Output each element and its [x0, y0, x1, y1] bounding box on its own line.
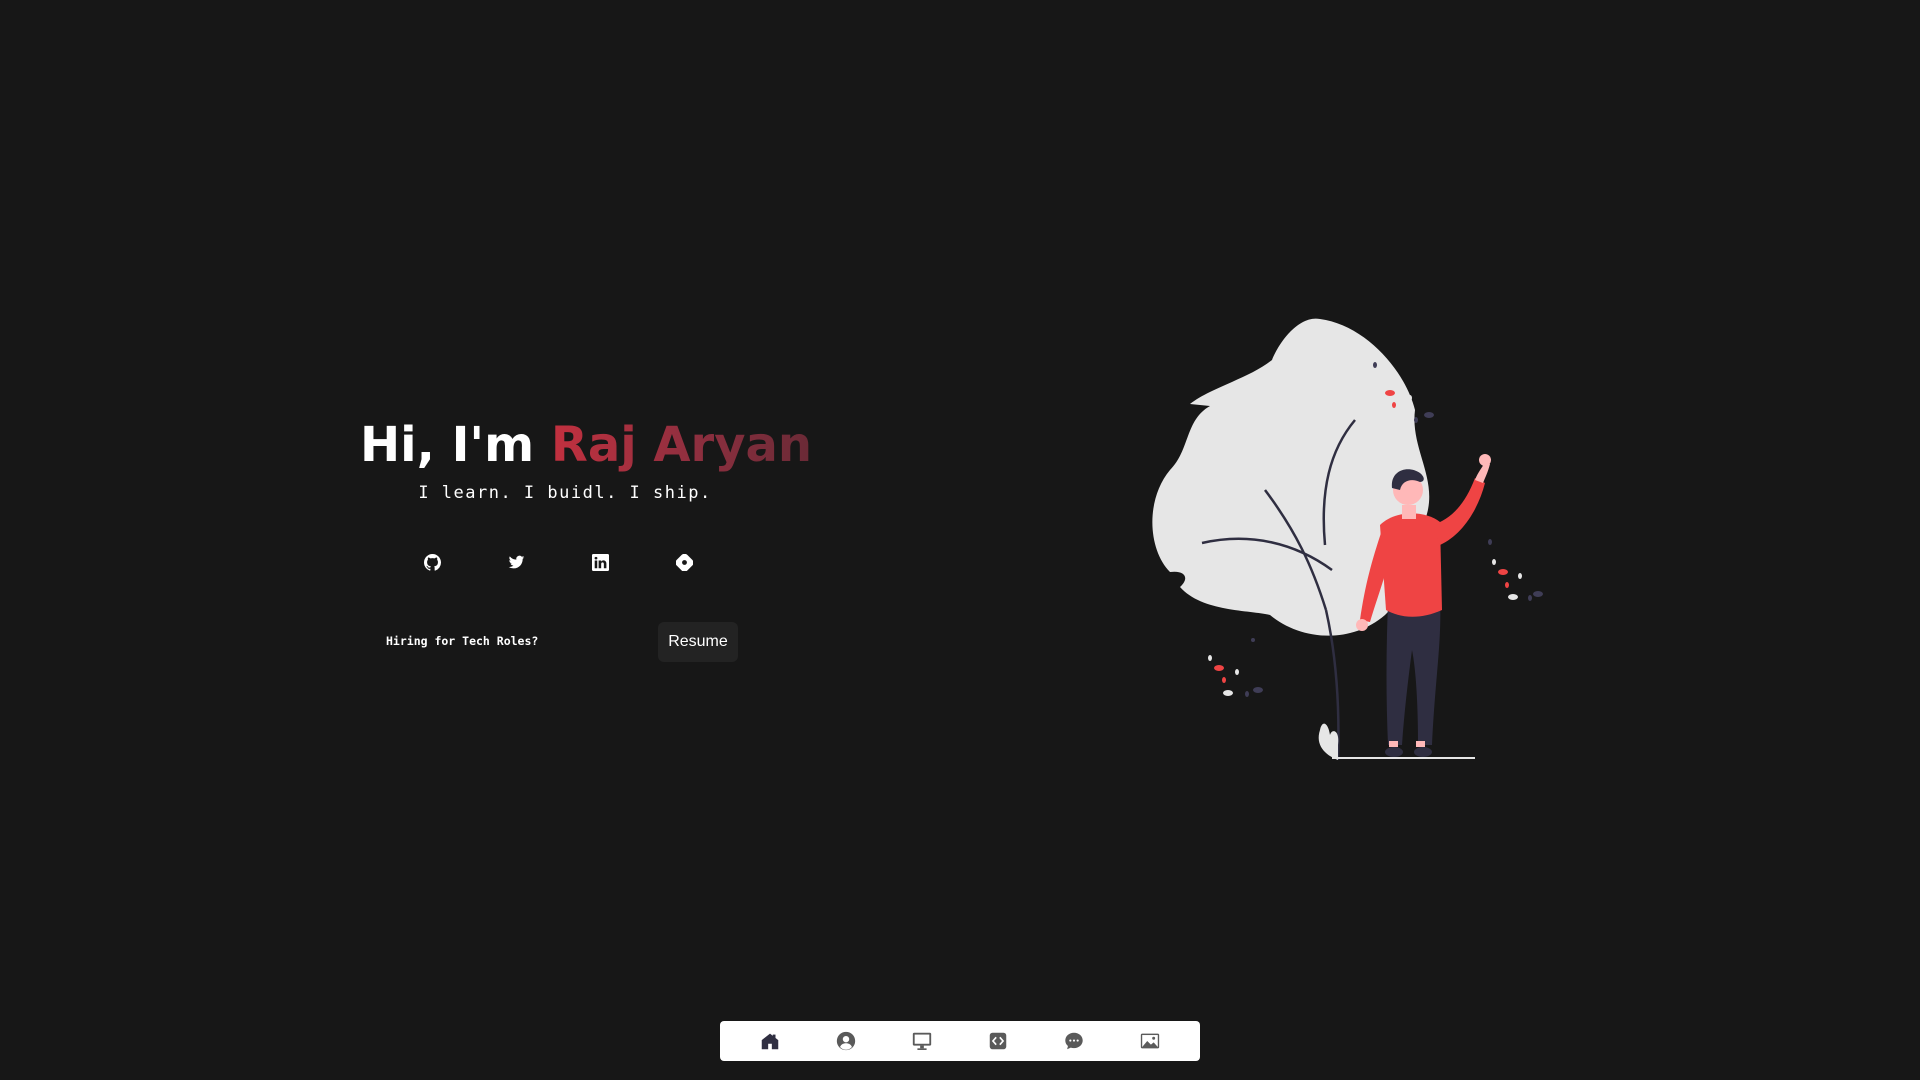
confetti-dot [1533, 591, 1543, 597]
hero-tagline: I learn. I buidl. I ship. [418, 483, 712, 503]
github-link[interactable] [420, 550, 444, 574]
hero-section: Hi, I'm Raj Aryan I learn. I buidl. I sh… [360, 410, 812, 503]
confetti-dot [1222, 677, 1226, 683]
person-legs [1386, 600, 1441, 745]
user-icon [836, 1031, 856, 1051]
twitter-link[interactable] [504, 550, 528, 574]
nav-about[interactable] [833, 1028, 859, 1054]
confetti-dot [1392, 402, 1396, 408]
nav-gallery[interactable] [1137, 1028, 1163, 1054]
image-icon [1140, 1033, 1160, 1049]
hashnode-icon [675, 553, 693, 571]
confetti-dot [1492, 559, 1496, 565]
confetti-dot [1488, 539, 1492, 545]
nav-skills[interactable] [985, 1028, 1011, 1054]
confetti-dot [1508, 594, 1518, 600]
hire-prompt: Hiring for Tech Roles? [386, 634, 539, 648]
hire-row: Hiring for Tech Roles? Resume [386, 622, 740, 662]
person-neck [1402, 505, 1416, 519]
confetti-dot [1208, 655, 1212, 661]
twitter-icon [508, 555, 524, 568]
person-torso [1380, 513, 1442, 617]
confetti-dot [1223, 690, 1233, 696]
confetti-dot [1391, 414, 1401, 420]
right-shoe [1414, 747, 1432, 757]
left-sock [1389, 741, 1398, 747]
github-icon [423, 553, 441, 571]
nav-projects[interactable] [909, 1028, 935, 1054]
confetti-dot [1414, 417, 1418, 423]
confetti-dot [1235, 669, 1239, 675]
confetti-dot [1251, 638, 1255, 642]
small-leaf [1318, 723, 1339, 760]
linkedin-icon [591, 553, 609, 571]
hero-title: Hi, I'm Raj Aryan [360, 410, 812, 480]
greeting-text: Hi, I'm [360, 417, 551, 473]
chat-icon [1065, 1032, 1083, 1050]
home-icon [761, 1033, 779, 1050]
confetti-dot [1373, 362, 1377, 368]
hero-name: Raj Aryan [550, 417, 813, 473]
confetti-dot [1518, 573, 1522, 579]
landing-page: Hi, I'm Raj Aryan I learn. I buidl. I sh… [0, 0, 1920, 1080]
code-icon [989, 1032, 1007, 1050]
person-right-hand [1479, 454, 1491, 466]
left-shoe [1385, 747, 1403, 757]
hero-illustration [1152, 318, 1543, 761]
social-links [420, 550, 720, 574]
resume-button[interactable]: Resume [658, 622, 738, 662]
nav-home[interactable] [757, 1028, 783, 1054]
linkedin-link[interactable] [588, 550, 612, 574]
nav-contact[interactable] [1061, 1028, 1087, 1054]
confetti-dot [1253, 687, 1263, 693]
confetti-dot [1408, 395, 1412, 401]
confetti-dot [1528, 595, 1532, 601]
person-left-hand [1356, 619, 1368, 631]
bottom-navbar [720, 1021, 1200, 1061]
hashnode-link[interactable] [672, 550, 696, 574]
confetti-dot [1424, 412, 1434, 418]
right-sock [1416, 741, 1425, 747]
confetti-dot [1385, 390, 1395, 396]
confetti-dot [1214, 665, 1224, 671]
confetti-dot [1245, 691, 1249, 697]
person-right-arm [1432, 478, 1485, 545]
confetti-dot [1498, 569, 1508, 575]
monitor-icon [912, 1032, 932, 1050]
confetti-dot [1505, 582, 1509, 588]
